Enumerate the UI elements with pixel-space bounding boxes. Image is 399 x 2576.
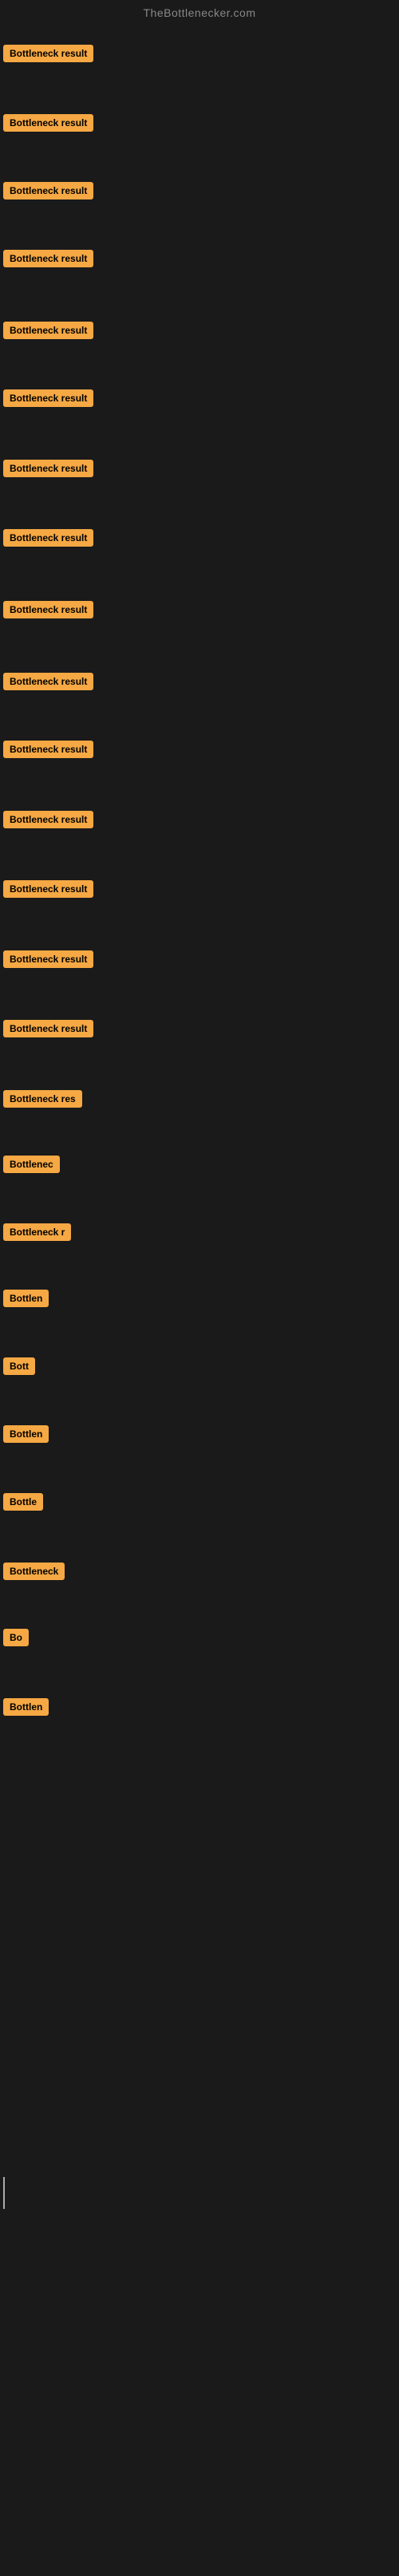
- bottleneck-badge[interactable]: Bottleneck result: [3, 460, 93, 477]
- bottleneck-item[interactable]: Bottleneck result: [3, 250, 93, 271]
- bottleneck-badge[interactable]: Bottlen: [3, 1425, 49, 1443]
- cursor-line: [3, 2177, 5, 2209]
- bottleneck-item[interactable]: Bottleneck result: [3, 950, 93, 972]
- bottleneck-item[interactable]: Bottleneck result: [3, 45, 93, 66]
- bottleneck-item[interactable]: Bottleneck result: [3, 673, 93, 694]
- bottleneck-badge[interactable]: Bottleneck result: [3, 322, 93, 339]
- bottleneck-item[interactable]: Bottleneck result: [3, 114, 93, 136]
- bottleneck-badge[interactable]: Bottlenec: [3, 1156, 60, 1173]
- bottleneck-item[interactable]: Bottleneck res: [3, 1090, 82, 1112]
- bottleneck-item[interactable]: Bottlenec: [3, 1156, 60, 1177]
- bottleneck-badge[interactable]: Bottleneck result: [3, 741, 93, 758]
- bottleneck-badge[interactable]: Bottleneck result: [3, 114, 93, 132]
- bottleneck-item[interactable]: Bott: [3, 1357, 35, 1379]
- bottleneck-item[interactable]: Bottleneck: [3, 1563, 65, 1584]
- bottleneck-badge[interactable]: Bottlen: [3, 1698, 49, 1716]
- bottleneck-badge[interactable]: Bottleneck res: [3, 1090, 82, 1108]
- bottleneck-item[interactable]: Bottleneck result: [3, 601, 93, 622]
- bottleneck-badge[interactable]: Bottleneck result: [3, 950, 93, 968]
- bottleneck-badge[interactable]: Bottleneck result: [3, 250, 93, 267]
- bottleneck-item[interactable]: Bottleneck r: [3, 1223, 71, 1245]
- bottleneck-item[interactable]: Bottleneck result: [3, 811, 93, 832]
- bottleneck-item[interactable]: Bottleneck result: [3, 460, 93, 481]
- bottleneck-badge[interactable]: Bottleneck result: [3, 673, 93, 690]
- bottleneck-badge[interactable]: Bottleneck result: [3, 601, 93, 618]
- bottleneck-item[interactable]: Bottleneck result: [3, 182, 93, 203]
- bottleneck-badge[interactable]: Bo: [3, 1629, 29, 1646]
- bottleneck-badge[interactable]: Bottleneck result: [3, 389, 93, 407]
- bottleneck-item[interactable]: Bottleneck result: [3, 741, 93, 762]
- bottleneck-item[interactable]: Bottlen: [3, 1290, 49, 1311]
- bottleneck-item[interactable]: Bottleneck result: [3, 880, 93, 902]
- bottleneck-badge[interactable]: Bottleneck result: [3, 182, 93, 200]
- bottleneck-badge[interactable]: Bottleneck result: [3, 529, 93, 547]
- bottleneck-badge[interactable]: Bottleneck result: [3, 45, 93, 62]
- bottleneck-badge[interactable]: Bottle: [3, 1493, 43, 1511]
- items-container: Bottleneck result Bottleneck result Bottle…: [0, 22, 399, 2576]
- bottleneck-item[interactable]: Bottleneck result: [3, 322, 93, 343]
- bottleneck-item[interactable]: Bottleneck result: [3, 389, 93, 411]
- bottleneck-item[interactable]: Bottlen: [3, 1698, 49, 1720]
- bottleneck-badge[interactable]: Bottleneck result: [3, 880, 93, 898]
- site-title-bar: TheBottlenecker.com: [0, 0, 399, 22]
- bottleneck-item[interactable]: Bottleneck result: [3, 529, 93, 551]
- bottleneck-item[interactable]: Bottleneck result: [3, 1020, 93, 1041]
- bottleneck-item[interactable]: Bottle: [3, 1493, 43, 1515]
- bottleneck-badge[interactable]: Bottleneck result: [3, 1020, 93, 1037]
- bottleneck-item[interactable]: Bottlen: [3, 1425, 49, 1447]
- bottleneck-badge[interactable]: Bottleneck r: [3, 1223, 71, 1241]
- bottleneck-badge[interactable]: Bott: [3, 1357, 35, 1375]
- bottleneck-badge[interactable]: Bottleneck result: [3, 811, 93, 828]
- site-title: TheBottlenecker.com: [143, 6, 255, 19]
- bottleneck-item[interactable]: Bo: [3, 1629, 29, 1650]
- bottleneck-badge[interactable]: Bottleneck: [3, 1563, 65, 1580]
- bottleneck-badge[interactable]: Bottlen: [3, 1290, 49, 1307]
